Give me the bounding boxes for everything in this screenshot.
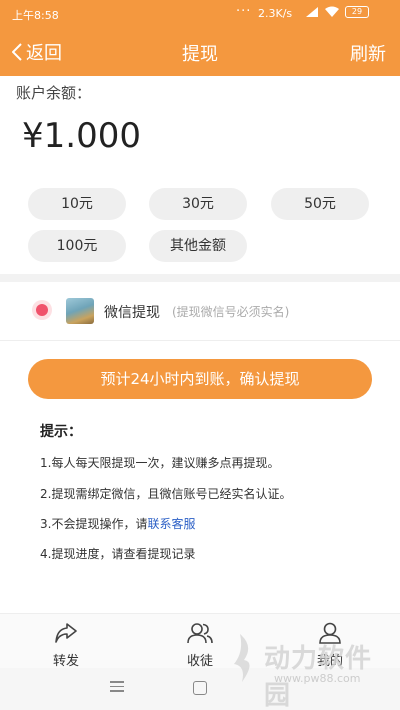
balance-label: 账户余额： [16,84,92,102]
method-note: (提现微信号必须实名) [172,305,290,319]
tip-item: 4.提现进度，请查看提现记录 [40,547,196,561]
contact-support-link[interactable]: 联系客服 [147,517,195,531]
method-label: 微信提现 [104,305,160,321]
nav-mine[interactable]: 我的 [300,622,360,669]
status-time: 上午8:58 [12,9,59,22]
tips-title: 提示： [40,424,82,440]
balance-amount: ¥1.000 [22,116,141,156]
page-title: 提现 [182,44,218,65]
nav-share[interactable]: 转发 [36,622,96,669]
tip-item: 2.提现需绑定微信，且微信账号已经实名认证。 [40,487,292,501]
status-bar: 上午8:58 ··· 2.3K/s 29 [0,0,400,28]
wifi-icon [325,6,339,17]
status-icons: 29 [305,6,369,18]
battery-icon: 29 [345,6,369,18]
system-nav-bar [0,668,400,710]
bottom-nav: 转发 收徒 我的 [0,613,400,669]
nav-mine-label: 我的 [316,654,343,669]
wechat-avatar [66,298,94,324]
nav-apprentice-label: 收徒 [186,654,213,669]
nav-share-label: 转发 [52,654,79,669]
amount-option-100[interactable]: 100元 [28,230,126,262]
menu-icon[interactable] [110,681,124,693]
method-divider [0,340,400,341]
section-divider [0,274,400,282]
share-icon [55,623,77,643]
users-icon [187,623,213,644]
tip-text: 3.不会提现操作，请 [40,517,148,531]
nav-apprentice[interactable]: 收徒 [170,622,230,669]
network-speed: 2.3K/s [258,7,293,20]
amount-option-30[interactable]: 30元 [149,188,247,220]
refresh-button[interactable]: 刷新 [350,40,386,66]
tip-item: 3.不会提现操作，请联系客服 [40,515,195,532]
tip-item: 1.每人每天限提现一次，建议赚多点再提现。 [40,456,280,470]
app-header: 返回 提现 刷新 [0,28,400,76]
signal-icon [306,7,318,17]
amount-option-10[interactable]: 10元 [28,188,126,220]
notification-dots: ··· [236,4,252,19]
amount-option-50[interactable]: 50元 [271,188,369,220]
home-icon[interactable] [193,681,207,695]
wechat-radio[interactable] [32,300,52,320]
amount-option-other[interactable]: 其他金额 [149,230,247,262]
user-icon [319,622,341,644]
confirm-withdraw-button[interactable]: 预计24小时内到账，确认提现 [28,359,372,399]
